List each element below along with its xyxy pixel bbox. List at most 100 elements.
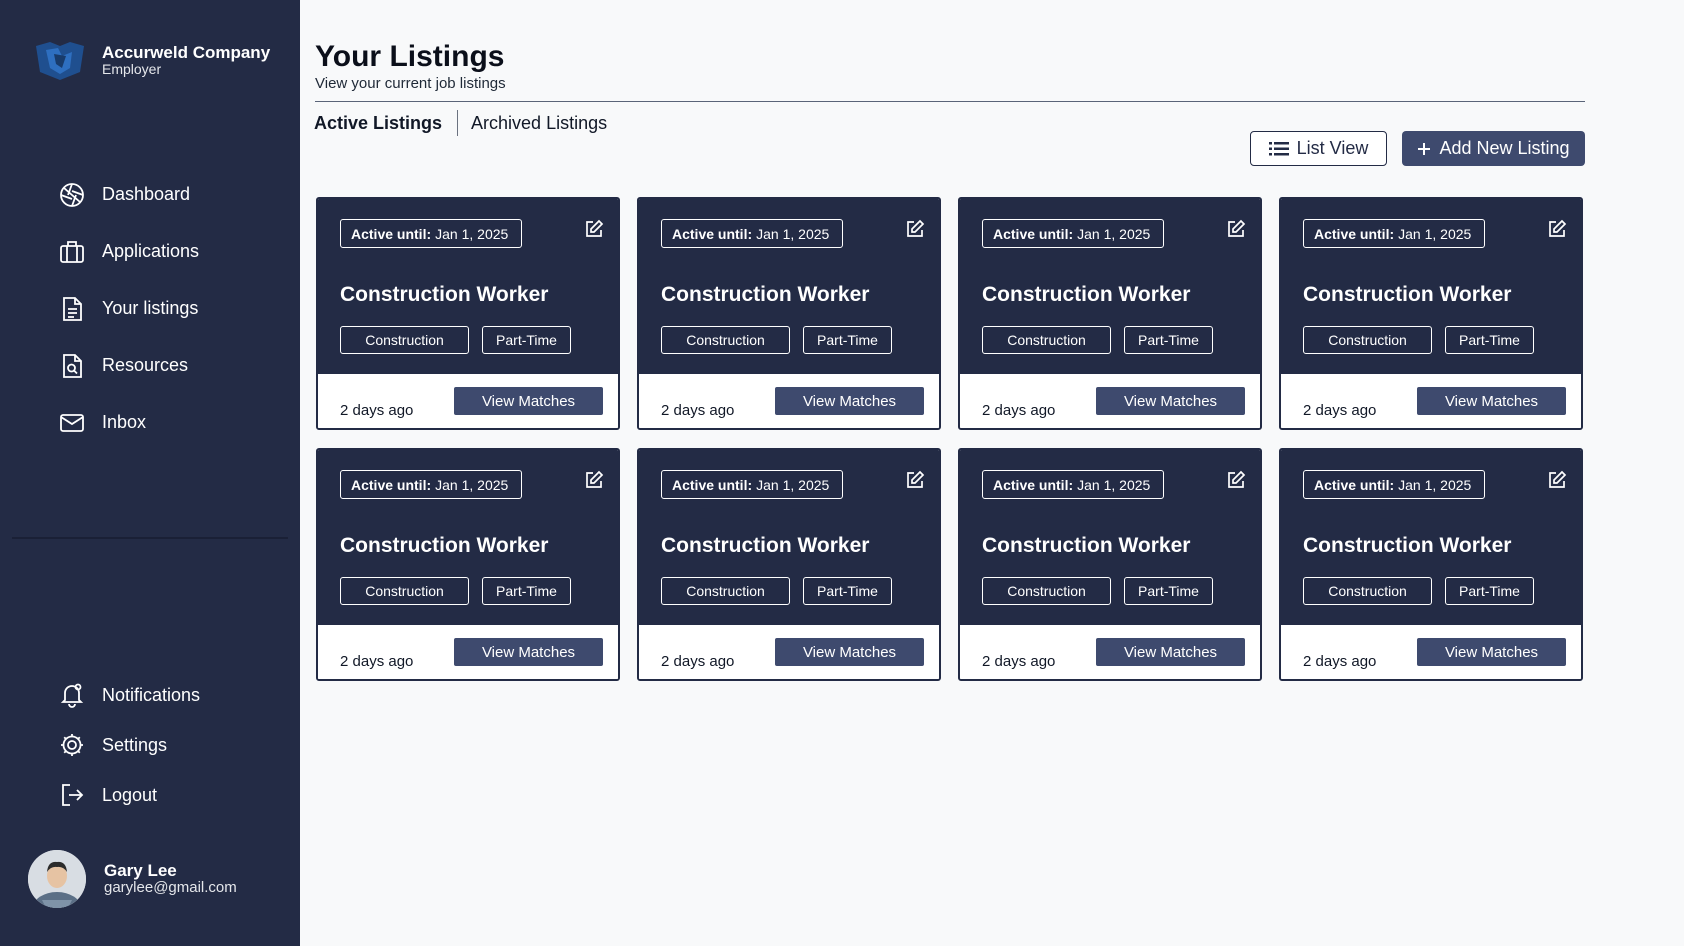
listing-card-header: Active until: Jan 1, 2025 Construction W… (1281, 450, 1581, 625)
page-subtitle: View your current job listings (315, 75, 506, 92)
edit-icon[interactable] (584, 470, 604, 490)
sidebar-item-applications[interactable]: Applications (58, 223, 199, 280)
active-until-prefix: Active until: (351, 476, 432, 493)
active-until-date: Jan 1, 2025 (756, 476, 830, 493)
tag-employment-type: Part-Time (1124, 577, 1213, 605)
view-matches-button[interactable]: View Matches (775, 638, 924, 666)
job-title: Construction Worker (340, 534, 549, 557)
edit-icon[interactable] (1226, 219, 1246, 239)
edit-icon[interactable] (1547, 219, 1567, 239)
sidebar-item-label: Logout (102, 784, 158, 805)
company-logo (36, 42, 84, 80)
document-icon (58, 295, 86, 323)
tag-employment-type: Part-Time (1124, 326, 1213, 354)
listing-card-footer: 2 days ago View Matches (960, 374, 1260, 428)
edit-icon[interactable] (584, 219, 604, 239)
tag-employment-type: Part-Time (1445, 577, 1534, 605)
mail-icon (58, 409, 86, 437)
tag-employment-type: Part-Time (803, 577, 892, 605)
sidebar-item-resources[interactable]: Resources (58, 337, 199, 394)
sidebar-item-dashboard[interactable]: Dashboard (58, 166, 199, 223)
company-name: Accurweld Company (102, 43, 271, 62)
active-until-date: Jan 1, 2025 (435, 476, 509, 493)
listing-card-header: Active until: Jan 1, 2025 Construction W… (639, 450, 939, 625)
posted-time: 2 days ago (340, 653, 414, 670)
job-tags: Construction Part-Time (661, 577, 905, 605)
edit-icon[interactable] (905, 470, 925, 490)
listings-grid: Active until: Jan 1, 2025 Construction W… (316, 197, 1583, 681)
edit-icon[interactable] (1547, 470, 1567, 490)
sidebar-item-label: Your listings (102, 298, 199, 318)
listing-card-header: Active until: Jan 1, 2025 Construction W… (318, 199, 618, 374)
job-tags: Construction Part-Time (982, 577, 1226, 605)
active-until-prefix: Active until: (672, 225, 753, 242)
job-title: Construction Worker (982, 283, 1191, 306)
listing-card-header: Active until: Jan 1, 2025 Construction W… (1281, 199, 1581, 374)
sidebar-item-logout[interactable]: Logout (58, 770, 200, 820)
user-email: garylee@gmail.com (104, 879, 237, 896)
sidebar-item-label: Dashboard (102, 184, 191, 204)
tag-employment-type: Part-Time (1445, 326, 1534, 354)
job-title: Construction Worker (661, 534, 870, 557)
edit-icon[interactable] (1226, 470, 1246, 490)
job-tags: Construction Part-Time (340, 577, 584, 605)
listing-card-footer: 2 days ago View Matches (1281, 625, 1581, 679)
listing-card-footer: 2 days ago View Matches (639, 374, 939, 428)
add-new-listing-label: Add New Listing (1439, 138, 1570, 158)
posted-time: 2 days ago (340, 402, 414, 419)
view-matches-button[interactable]: View Matches (1096, 638, 1245, 666)
tag-category: Construction (1303, 326, 1432, 354)
add-new-listing-button[interactable]: Add New Listing (1402, 131, 1585, 166)
posted-time: 2 days ago (1303, 402, 1377, 419)
view-matches-button[interactable]: View Matches (1417, 387, 1566, 415)
tab-active-listings[interactable]: Active Listings (314, 111, 442, 136)
active-until-badge: Active until: Jan 1, 2025 (661, 219, 844, 248)
page-title: Your Listings (315, 40, 505, 73)
active-until-prefix: Active until: (351, 225, 432, 242)
view-matches-button[interactable]: View Matches (454, 387, 603, 415)
sidebar-divider (12, 537, 288, 539)
active-until-prefix: Active until: (993, 225, 1074, 242)
tag-employment-type: Part-Time (803, 326, 892, 354)
view-matches-button[interactable]: View Matches (1096, 387, 1245, 415)
edit-icon[interactable] (905, 219, 925, 239)
sidebar-item-settings[interactable]: Settings (58, 720, 200, 770)
job-tags: Construction Part-Time (1303, 577, 1547, 605)
tab-archived-listings[interactable]: Archived Listings (471, 111, 607, 136)
tag-category: Construction (661, 326, 790, 354)
tag-category: Construction (340, 326, 469, 354)
tag-category: Construction (982, 326, 1111, 354)
sidebar-item-label: Notifications (102, 684, 201, 705)
posted-time: 2 days ago (982, 653, 1056, 670)
list-icon (1268, 141, 1289, 157)
listing-card-header: Active until: Jan 1, 2025 Construction W… (639, 199, 939, 374)
avatar (28, 850, 86, 908)
posted-time: 2 days ago (1303, 653, 1377, 670)
active-until-badge: Active until: Jan 1, 2025 (340, 219, 523, 248)
active-until-badge: Active until: Jan 1, 2025 (1303, 470, 1486, 499)
list-view-button[interactable]: List View (1250, 131, 1387, 166)
file-search-icon (58, 352, 86, 380)
sidebar-item-label: Inbox (102, 412, 147, 432)
active-until-badge: Active until: Jan 1, 2025 (1303, 219, 1486, 248)
posted-time: 2 days ago (661, 402, 735, 419)
tag-employment-type: Part-Time (482, 577, 571, 605)
listing-card: Active until: Jan 1, 2025 Construction W… (316, 448, 620, 681)
active-until-badge: Active until: Jan 1, 2025 (661, 470, 844, 499)
view-matches-button[interactable]: View Matches (775, 387, 924, 415)
plus-icon (1417, 142, 1431, 156)
main-nav: Dashboard Applications Your listings Res… (58, 166, 199, 451)
sidebar-item-inbox[interactable]: Inbox (58, 394, 199, 451)
job-title: Construction Worker (1303, 534, 1512, 557)
sidebar-item-notifications[interactable]: Notifications (58, 670, 200, 720)
view-matches-button[interactable]: View Matches (454, 638, 603, 666)
user-profile[interactable]: Gary Lee garylee@gmail.com (28, 850, 237, 908)
view-matches-button[interactable]: View Matches (1417, 638, 1566, 666)
company-role: Employer (102, 61, 162, 77)
sidebar-item-label: Applications (102, 241, 200, 261)
dashboard-icon (58, 181, 86, 209)
sidebar-item-your-listings[interactable]: Your listings (58, 280, 199, 337)
bell-icon (58, 681, 86, 709)
active-until-date: Jan 1, 2025 (1398, 225, 1472, 242)
gear-icon (58, 731, 86, 759)
